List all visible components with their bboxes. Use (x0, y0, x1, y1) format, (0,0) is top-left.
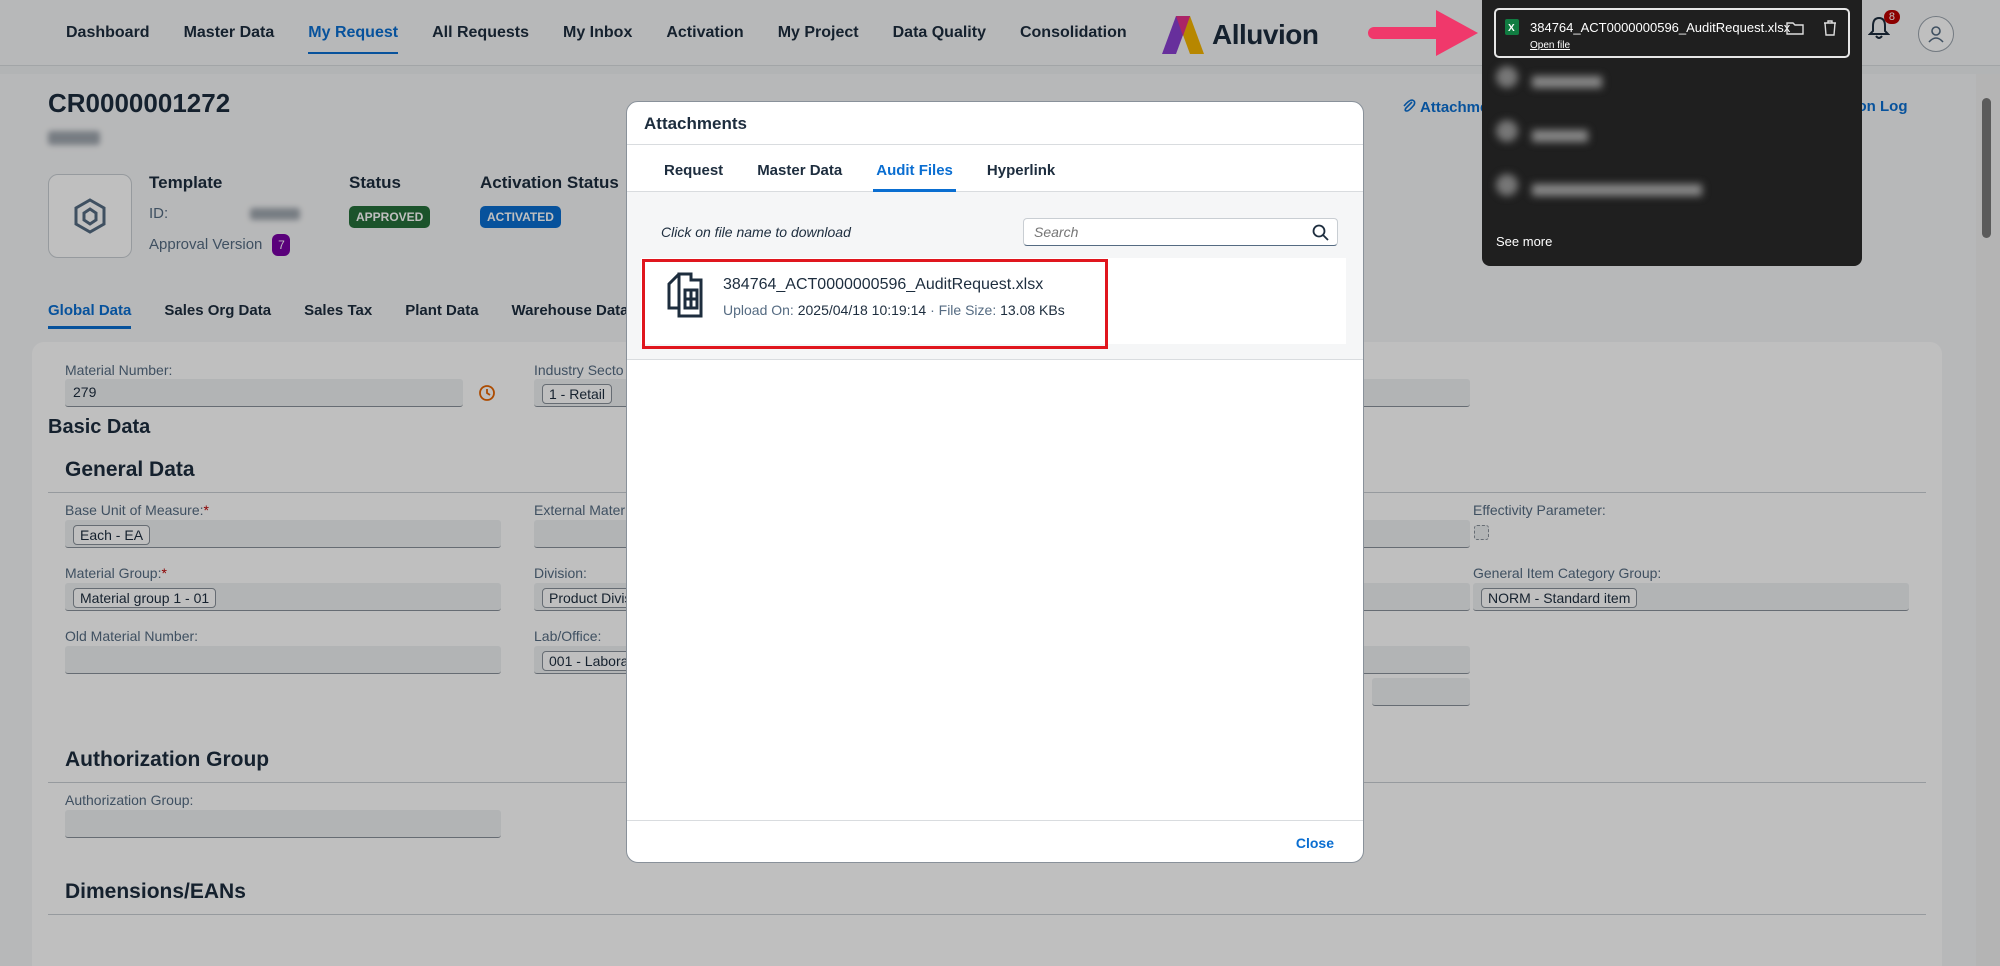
search-field[interactable] (1023, 218, 1338, 246)
downloads-popup: X 384764_ACT0000000596_AuditRequest.xlsx… (1482, 0, 1862, 266)
folder-icon[interactable] (1786, 20, 1804, 36)
dialog-title: Attachments (644, 114, 747, 133)
excel-file-icon: X (1505, 19, 1519, 35)
tab-audit-files[interactable]: Audit Files (873, 162, 956, 192)
search-input[interactable] (1024, 219, 1294, 245)
download-file-name: 384764_ACT0000000596_AuditRequest.xlsx (1530, 20, 1791, 35)
dialog-footer: Close (627, 820, 1363, 862)
close-button[interactable]: Close (1296, 835, 1334, 851)
download-hint: Click on file name to download (661, 224, 851, 240)
attachment-tabs: Request Master Data Audit Files Hyperlin… (627, 144, 1363, 192)
trash-icon[interactable] (1822, 19, 1838, 37)
open-file-link[interactable]: Open file (1530, 40, 1570, 51)
search-icon[interactable] (1312, 224, 1329, 241)
blurred-download-item (1496, 66, 1716, 104)
svg-text:X: X (1508, 23, 1515, 34)
attachments-dialog: Attachments Request Master Data Audit Fi… (626, 101, 1364, 863)
annotation-highlight-box (642, 259, 1108, 349)
download-item[interactable]: X 384764_ACT0000000596_AuditRequest.xlsx… (1494, 8, 1850, 58)
blurred-download-item (1496, 174, 1716, 212)
tab-hyperlink[interactable]: Hyperlink (987, 162, 1055, 191)
tab-request[interactable]: Request (664, 162, 723, 191)
tab-master-data[interactable]: Master Data (757, 162, 842, 191)
blurred-download-item (1496, 120, 1716, 158)
see-more-link[interactable]: See more (1496, 234, 1552, 249)
annotation-arrow-icon (1368, 10, 1478, 56)
